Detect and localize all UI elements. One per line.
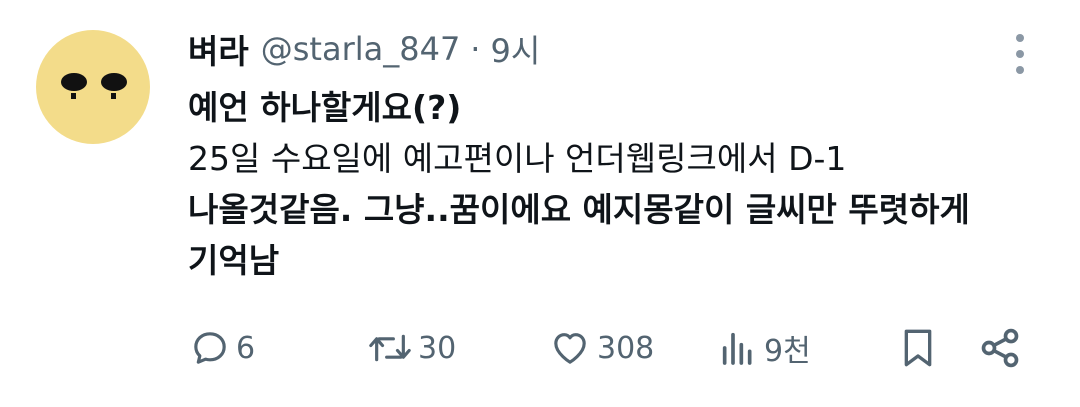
heart-icon bbox=[554, 333, 586, 364]
avatar[interactable] bbox=[36, 30, 150, 144]
like-count: 308 bbox=[597, 330, 655, 366]
views-button[interactable]: 9천 bbox=[718, 318, 811, 378]
tweet-text-line: 25일 수요일에 예고편이나 언더웹링크에서 D-1 bbox=[188, 139, 847, 178]
reply-count: 6 bbox=[236, 330, 256, 366]
views-icon bbox=[722, 332, 752, 365]
retweet-button[interactable]: 30 bbox=[368, 318, 456, 378]
display-name[interactable]: 벼라 bbox=[188, 25, 249, 73]
action-bar: 6 30 308 9천 bbox=[0, 318, 1080, 378]
timestamp[interactable]: 9시 bbox=[490, 26, 540, 72]
bookmark-button[interactable] bbox=[898, 318, 938, 378]
tweet-text-line: 기억남 bbox=[188, 241, 280, 280]
user-handle[interactable]: @starla_847 bbox=[261, 30, 461, 68]
tweet-text: 예언 하나할게요(?) 25일 수요일에 예고편이나 언더웹링크에서 D-1 나… bbox=[188, 82, 1068, 286]
reply-icon bbox=[194, 332, 226, 364]
share-icon bbox=[981, 328, 1019, 368]
separator-dot: · bbox=[470, 30, 481, 68]
tweet-text-line: 예언 하나할게요(?) bbox=[188, 88, 462, 127]
views-count: 9천 bbox=[764, 334, 811, 369]
retweet-icon bbox=[369, 334, 411, 362]
tweet[interactable]: 벼라 @starla_847 · 9시 예언 하나할게요(?) 25일 수요일에… bbox=[0, 0, 1080, 407]
like-button[interactable]: 308 bbox=[549, 318, 654, 378]
more-vertical-icon bbox=[1016, 34, 1024, 74]
tweet-text-line: 나올것같음. 그냥..꿈이에요 예지몽같이 글씨만 뚜렷하게 bbox=[188, 190, 970, 229]
avatar-face-icon bbox=[61, 73, 127, 99]
reply-button[interactable]: 6 bbox=[190, 318, 255, 378]
bookmark-icon bbox=[904, 329, 932, 367]
tweet-header: 벼라 @starla_847 · 9시 bbox=[188, 26, 540, 72]
retweet-count: 30 bbox=[418, 330, 457, 366]
share-button[interactable] bbox=[978, 318, 1022, 378]
more-options-button[interactable] bbox=[1004, 28, 1036, 80]
